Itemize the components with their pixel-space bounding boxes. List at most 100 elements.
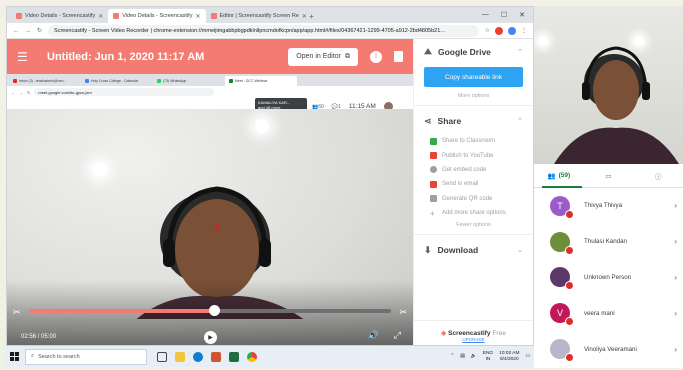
- chevron-right-icon[interactable]: ›: [674, 273, 677, 282]
- edge-icon[interactable]: [193, 351, 203, 362]
- progress-track[interactable]: [29, 305, 391, 316]
- windows-taskbar: ⌕ Search to search ⌃ ▤ 🔈 ENG IN 10:02 AM…: [6, 345, 534, 367]
- chevron-right-icon[interactable]: ›: [674, 309, 677, 318]
- video-title[interactable]: Untitled: Jun 1, 2020 11:17 AM: [47, 51, 204, 63]
- fewer-options-link[interactable]: Fewer options: [424, 222, 523, 228]
- address-bar-row: ← → ↻ Screencastify - Screen Video Recor…: [7, 23, 533, 39]
- fullscreen-icon[interactable]: ⤢: [394, 330, 401, 341]
- taskbar-apps: [157, 351, 257, 362]
- taskbar-search[interactable]: ⌕ Search to search: [25, 348, 147, 365]
- chrome-icon[interactable]: [247, 351, 257, 362]
- chevron-up-icon[interactable]: ⌃: [517, 48, 523, 56]
- trim-end-icon[interactable]: ✂: [399, 307, 407, 318]
- tab-0[interactable]: Video Details - Screencastify ✕: [11, 9, 108, 23]
- brand-tier: Free: [492, 329, 506, 337]
- tab-favicon: [13, 79, 17, 83]
- close-icon[interactable]: ✕: [195, 13, 200, 20]
- url-field[interactable]: Screencastify - Screen Video Recorder | …: [48, 24, 479, 37]
- tab-chat[interactable]: ▭: [584, 164, 634, 187]
- generate-qr-code[interactable]: Generate QR code: [424, 192, 523, 206]
- tab-people[interactable]: 👥 (59): [534, 164, 584, 187]
- trash-icon[interactable]: [394, 51, 403, 62]
- chevron-right-icon[interactable]: ›: [674, 345, 677, 354]
- close-icon[interactable]: ✕: [98, 13, 103, 20]
- forward-icon[interactable]: →: [25, 28, 31, 34]
- download-section: ⬇ Download ⌄: [414, 237, 533, 263]
- language-indicator[interactable]: ENG IN: [483, 351, 493, 363]
- tab-label: Video Details - Screencastify: [25, 13, 96, 19]
- share-section: ⋖ Share ⌃ Share to Classroom Publish to …: [414, 108, 533, 229]
- divider: [414, 105, 533, 106]
- reload-icon[interactable]: ↻: [37, 27, 42, 34]
- chevron-up-icon[interactable]: ⌃: [517, 117, 523, 125]
- publish-to-youtube[interactable]: Publish to YouTube: [424, 148, 523, 162]
- screencastify-logo-icon: ◆: [441, 330, 447, 337]
- recorded-tab: (73) WhatsApp: [153, 76, 225, 86]
- forward-icon: →: [19, 89, 23, 95]
- more-options-link[interactable]: More options: [424, 93, 523, 99]
- tab-1[interactable]: Video Details - Screencastify ✕: [108, 9, 206, 23]
- headset-ear-right: [259, 239, 271, 267]
- participant-row[interactable]: T Thivya Thivya ›: [534, 188, 683, 224]
- star-icon[interactable]: ☆: [485, 27, 490, 34]
- maximize-icon[interactable]: ☐: [501, 11, 507, 19]
- chevron-right-icon[interactable]: ›: [674, 237, 677, 246]
- trim-start-icon[interactable]: ✂: [13, 307, 21, 318]
- send-in-email[interactable]: Send in email: [424, 177, 523, 191]
- tray-chevron-icon[interactable]: ⌃: [450, 354, 454, 359]
- chat-icon: ▭: [605, 172, 612, 180]
- download-header[interactable]: ⬇ Download ⌄: [424, 237, 523, 263]
- close-window-icon[interactable]: ✕: [519, 11, 525, 19]
- minimize-icon[interactable]: —: [482, 11, 489, 19]
- windows-start-icon[interactable]: [10, 352, 19, 361]
- get-embed-code[interactable]: Get embed code: [424, 163, 523, 177]
- recorder-body: ☰ Untitled: Jun 1, 2020 11:17 AM Open in…: [7, 39, 533, 350]
- screencastify-extension-icon[interactable]: [495, 26, 503, 35]
- chevron-right-icon[interactable]: ›: [674, 201, 677, 210]
- tab-info[interactable]: ⓘ: [633, 164, 683, 187]
- new-tab-button[interactable]: +: [306, 9, 318, 23]
- participant-row[interactable]: Thulasi Kandan ›: [534, 224, 683, 260]
- clock[interactable]: 10:02 AM 6/4/2020: [499, 351, 519, 363]
- share-to-classroom[interactable]: Share to Classroom: [424, 134, 523, 148]
- share-header[interactable]: ⋖ Share ⌃: [424, 108, 523, 134]
- upgrade-link[interactable]: UPGRADE: [462, 337, 484, 342]
- tab-favicon: [16, 13, 22, 19]
- participant-row[interactable]: Unknown Person ›: [534, 260, 683, 296]
- meet-side-panel: 👥 (59) ▭ ⓘ T Thivya Thivya › Thulasi Kan…: [534, 6, 683, 368]
- participant-row[interactable]: Vinoliya Veeramani ›: [534, 331, 683, 367]
- search-placeholder: Search to search: [38, 353, 80, 360]
- notifications-icon[interactable]: ▭: [525, 354, 530, 359]
- chevron-down-icon[interactable]: ⌄: [517, 246, 523, 254]
- back-icon[interactable]: ←: [13, 28, 19, 34]
- tab-2[interactable]: Editor | Screencastify Screen Re ✕: [206, 9, 306, 23]
- file-explorer-icon[interactable]: [175, 351, 185, 362]
- participant-row[interactable]: V veera mani ›: [534, 295, 683, 331]
- drive-header[interactable]: Google Drive ⌃: [424, 39, 523, 65]
- share-item-label: Add more share options: [442, 210, 506, 217]
- avatar-initial: V: [556, 308, 563, 319]
- volume-icon[interactable]: 🔊: [368, 330, 379, 341]
- back-icon: ←: [11, 89, 15, 95]
- powerpoint-icon[interactable]: [211, 351, 221, 362]
- avatar: T: [550, 195, 574, 219]
- add-share-options[interactable]: + Add more share options: [424, 206, 523, 220]
- video-player[interactable]: ✂ ✂ 02:56 / 05:00 ▶ 🔊 ⤢: [7, 109, 413, 350]
- tab-favicon: [85, 79, 89, 83]
- network-icon[interactable]: ▤: [460, 354, 465, 359]
- profile-avatar-icon[interactable]: [508, 26, 516, 35]
- copy-link-button[interactable]: Copy shareable link: [424, 67, 523, 87]
- recorded-tab-label: Inbox (3) - teachadmin@rcm...: [19, 79, 67, 83]
- open-in-editor-button[interactable]: Open in Editor ⧉: [288, 47, 358, 66]
- play-button[interactable]: ▶: [204, 331, 217, 344]
- external-link-icon: ⧉: [345, 52, 350, 60]
- menu-icon[interactable]: ⋮: [521, 27, 527, 34]
- info-icon[interactable]: i: [370, 50, 382, 63]
- progress-handle[interactable]: [208, 305, 220, 316]
- volume-tray-icon[interactable]: 🔈: [471, 354, 477, 359]
- excel-icon[interactable]: [229, 351, 239, 362]
- task-view-icon[interactable]: [157, 351, 167, 362]
- google-drive-icon: [424, 48, 432, 55]
- share-item-label: Share to Classroom: [442, 138, 496, 145]
- hamburger-menu-icon[interactable]: ☰: [17, 50, 37, 64]
